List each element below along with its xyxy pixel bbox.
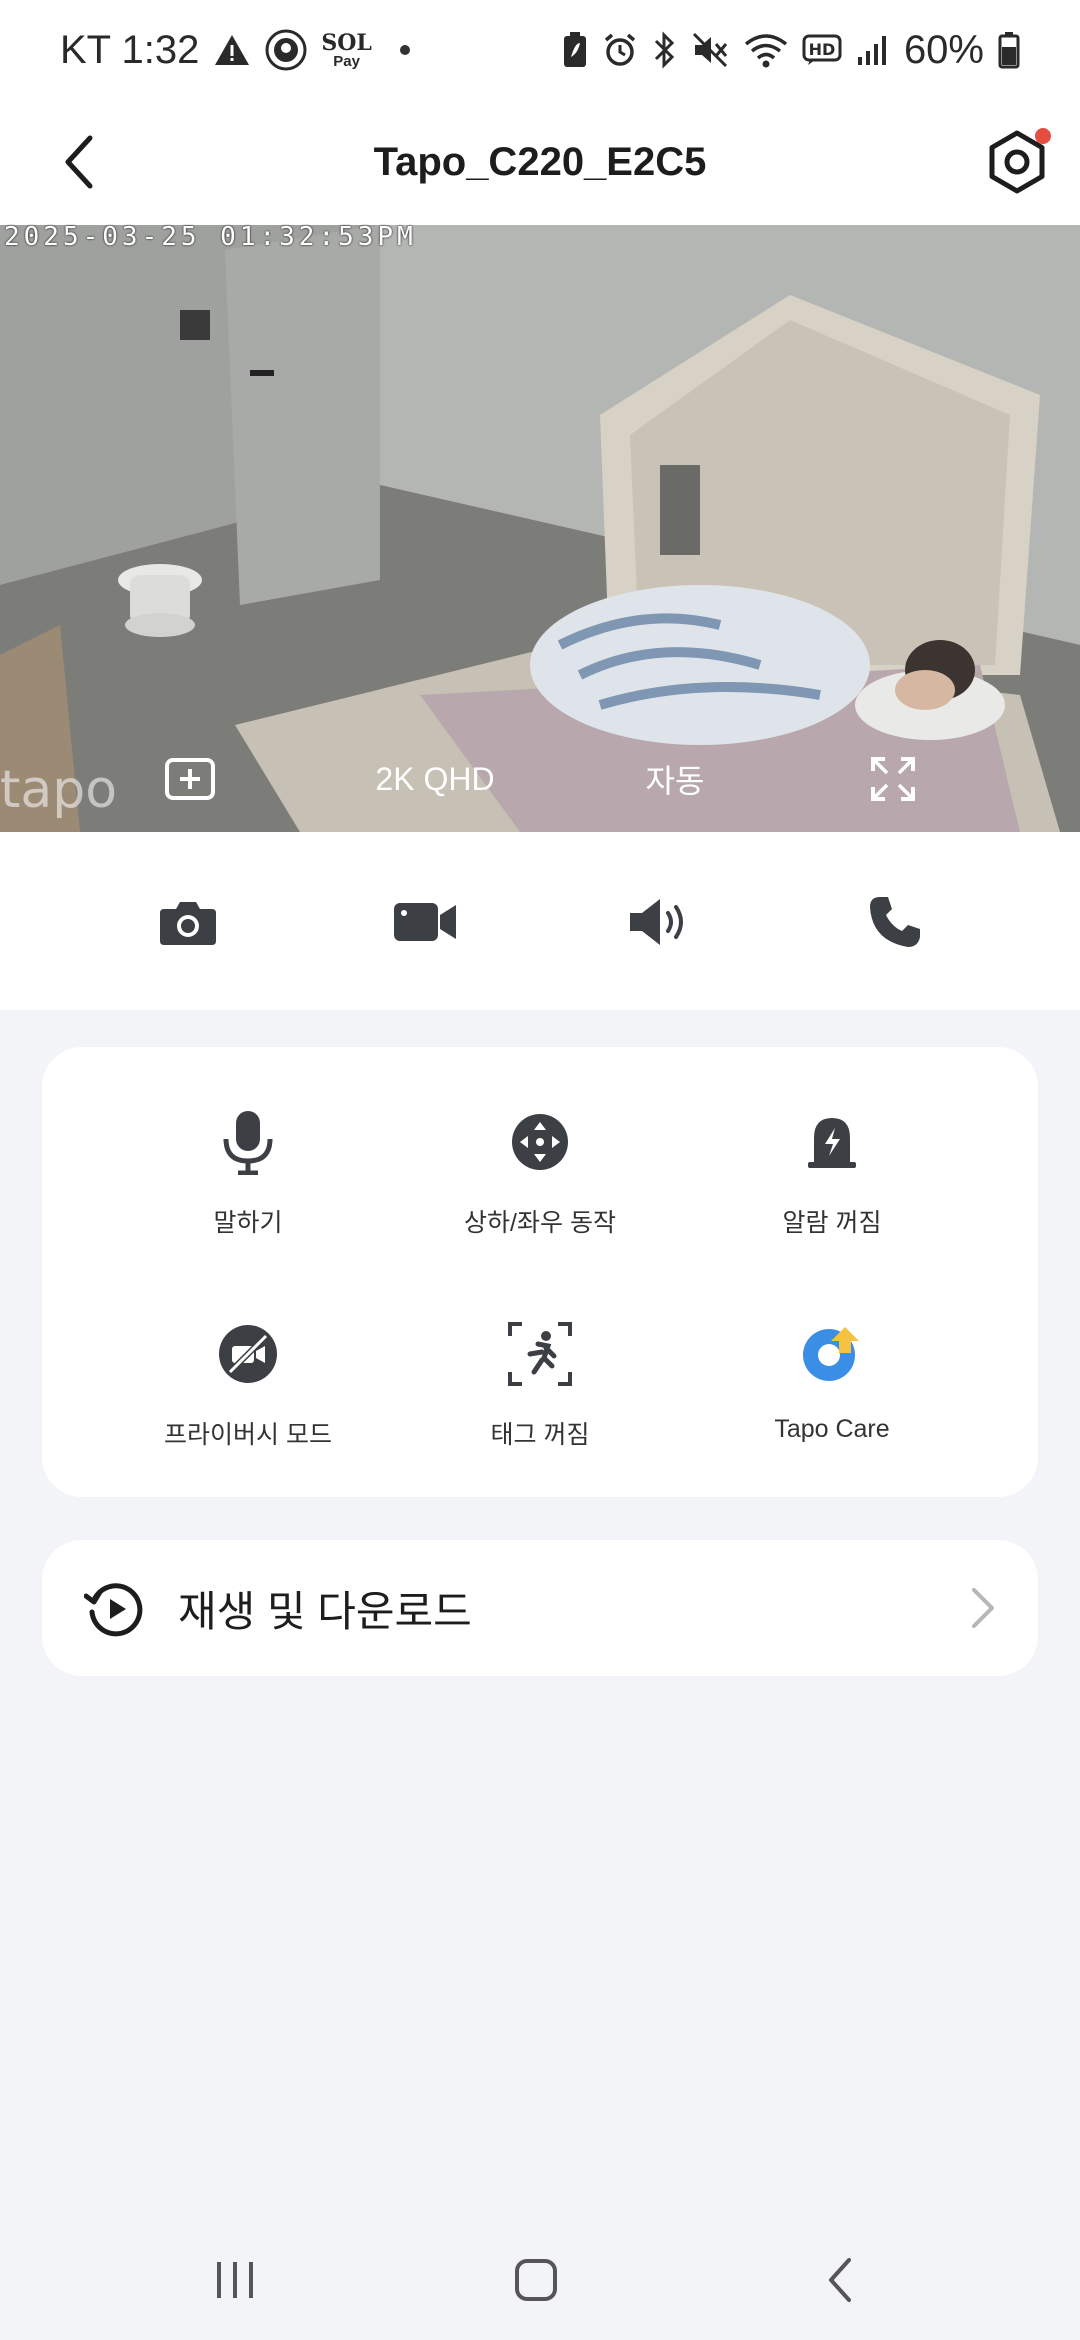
tapo-care-icon	[797, 1319, 867, 1389]
back-button[interactable]	[40, 122, 120, 202]
motion-tag-feature[interactable]: 태그 꺼짐	[390, 1319, 690, 1479]
fullscreen-icon	[871, 757, 915, 801]
feature-label: 말하기	[213, 1209, 283, 1237]
video-icon	[394, 903, 456, 941]
back-icon	[829, 2258, 851, 2302]
recent-apps-icon	[217, 2262, 253, 2298]
chevron-right-icon	[972, 1588, 994, 1628]
playback-label: 재생 및 다운로드	[178, 1587, 472, 1635]
feature-label: 알람 꺼짐	[782, 1209, 882, 1237]
notification-dot	[399, 45, 410, 55]
bluetooth-icon	[652, 31, 678, 69]
add-button[interactable]	[160, 754, 220, 804]
chevron-left-icon	[65, 135, 93, 189]
starbucks-icon	[265, 29, 307, 71]
settings-button[interactable]	[975, 120, 1059, 204]
pan-tilt-icon	[505, 1107, 575, 1177]
talk-feature[interactable]: 말하기	[98, 1107, 398, 1267]
fullscreen-button[interactable]	[865, 754, 921, 804]
home-button[interactable]	[496, 2250, 576, 2310]
camera-icon	[160, 902, 216, 945]
signal-icon	[856, 33, 890, 67]
add-square-icon	[165, 758, 215, 800]
microphone-icon	[213, 1107, 283, 1177]
wifi-icon	[744, 32, 788, 68]
system-nav-bar	[0, 2220, 1080, 2340]
alarm-bell-icon	[797, 1107, 867, 1177]
sol-pay-icon: SOL Pay	[321, 29, 372, 70]
playback-download-row[interactable]: 재생 및 다운로드	[42, 1540, 1038, 1676]
mode-selector[interactable]: 자동	[640, 754, 710, 804]
tapo-care-feature[interactable]: Tapo Care	[682, 1319, 982, 1479]
alarm-feature[interactable]: 알람 꺼짐	[682, 1107, 982, 1267]
call-button[interactable]	[855, 882, 935, 962]
phone-icon	[870, 897, 920, 947]
home-icon	[515, 2259, 557, 2301]
battery-percent: 60%	[903, 27, 984, 72]
feature-label: 태그 꺼짐	[490, 1421, 590, 1449]
feature-label: 프라이버시 모드	[164, 1421, 332, 1449]
feature-card: 말하기 상하/좌우 동작 알람 꺼짐 프라이버시 모드 태그 꺼짐 Tapo C…	[42, 1047, 1038, 1497]
svg-text:HD: HD	[809, 40, 836, 59]
status-left: KT 1:32 SOL Pay	[60, 28, 410, 73]
speaker-button[interactable]	[620, 882, 700, 962]
battery-icon	[998, 31, 1020, 69]
history-play-icon	[84, 1583, 143, 1637]
page-title: Tapo_C220_E2C5	[373, 140, 707, 184]
warning-icon	[213, 33, 251, 67]
camera-live-view[interactable]: tapo 2K QHD 자동	[0, 225, 1080, 832]
mute-icon	[692, 32, 730, 68]
settings-badge	[1035, 128, 1051, 144]
privacy-feature[interactable]: 프라이버시 모드	[98, 1319, 398, 1479]
recent-apps-button[interactable]	[195, 2250, 275, 2310]
feature-label: Tapo Care	[774, 1415, 890, 1443]
record-button[interactable]	[385, 882, 465, 962]
camera-timestamp: 2025-03-25 01:32:53PM	[4, 222, 417, 252]
speaker-icon	[630, 899, 683, 945]
quality-selector[interactable]: 2K QHD	[370, 754, 500, 804]
snapshot-button[interactable]	[148, 882, 228, 962]
status-bar: KT 1:32 SOL Pay HD 60%	[0, 0, 1080, 100]
carrier-time: KT 1:32	[60, 27, 200, 72]
motion-tag-icon	[505, 1319, 575, 1389]
pan-tilt-feature[interactable]: 상하/좌우 동작	[390, 1107, 690, 1267]
nav-back-button[interactable]	[800, 2250, 880, 2310]
alarm-icon	[602, 32, 638, 68]
privacy-mode-icon	[213, 1319, 283, 1389]
feature-label: 상하/좌우 동작	[464, 1209, 616, 1237]
app-header: Tapo_C220_E2C5	[0, 100, 1080, 225]
quick-actions-bar	[0, 832, 1080, 1010]
status-right: HD 60%	[562, 28, 1020, 73]
camera-controls: 2K QHD 자동	[0, 732, 1080, 832]
hd-voice-icon: HD	[802, 34, 842, 66]
battery-saver-icon	[562, 31, 588, 69]
